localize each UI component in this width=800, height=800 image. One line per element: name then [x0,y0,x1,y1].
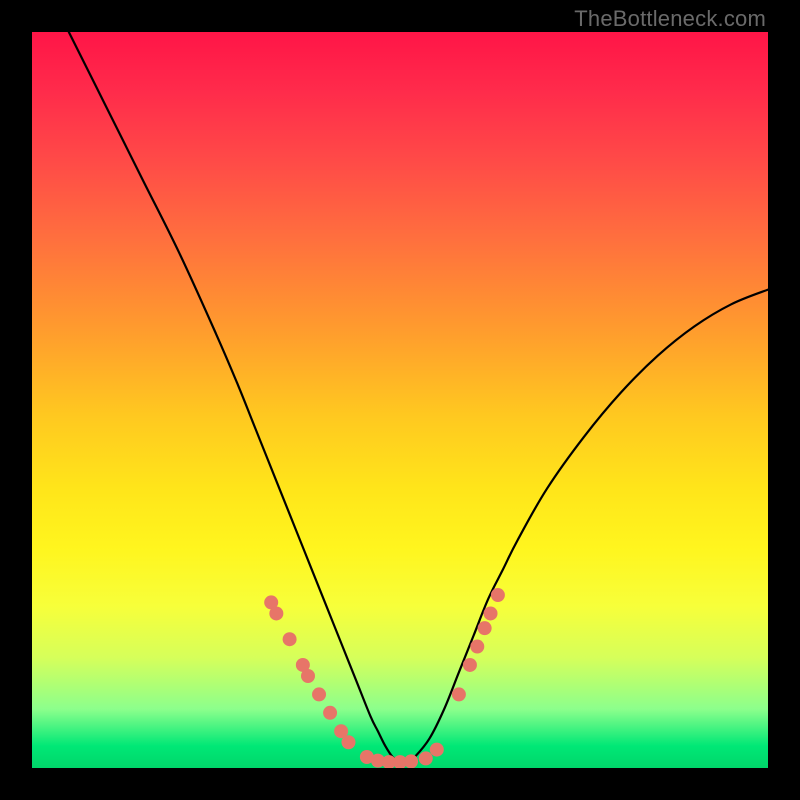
plot-area [32,32,768,768]
data-marker [478,621,492,635]
data-marker [430,743,444,757]
curve-line [69,32,768,763]
watermark-text: TheBottleneck.com [574,6,766,32]
data-marker [269,606,283,620]
data-marker [283,632,297,646]
data-marker [341,735,355,749]
data-marker [491,588,505,602]
data-marker [484,606,498,620]
data-marker [463,658,477,672]
outer-frame: TheBottleneck.com [0,0,800,800]
data-marker [312,687,326,701]
data-marker [419,751,433,765]
chart-svg [32,32,768,768]
curve-markers [264,588,505,768]
data-marker [301,669,315,683]
data-marker [452,687,466,701]
data-marker [470,640,484,654]
data-marker [404,754,418,768]
data-marker [323,706,337,720]
